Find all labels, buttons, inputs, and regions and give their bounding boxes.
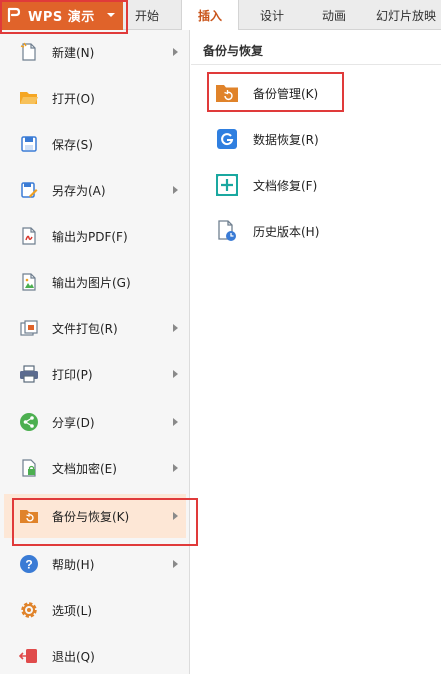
submenu-item-history-version[interactable]: 历史版本(H) — [215, 214, 415, 248]
menu-item-help[interactable]: ? 帮助(H) — [4, 542, 186, 586]
menu-item-label: 分享(D) — [52, 415, 95, 430]
menu-item-label: 文件打包(R) — [52, 321, 118, 336]
package-icon — [19, 318, 39, 338]
tab-label: 动画 — [321, 8, 346, 23]
tab-slideshow[interactable]: 幻灯片放映 — [370, 0, 441, 30]
save-as-icon — [19, 180, 39, 200]
tab-animation[interactable]: 动画 — [308, 0, 360, 30]
file-menu: 新建(N) 打开(O) 保存(S) 另存为(A) 输出为PDF(F) 输出为图片… — [0, 30, 190, 674]
menu-item-label: 输出为图片(G) — [52, 275, 131, 290]
svg-text:?: ? — [25, 558, 32, 572]
tab-insert[interactable]: 插入 — [181, 0, 239, 31]
menu-item-options[interactable]: 选项(L) — [4, 588, 186, 632]
ribbon-tab-bar: WPS 演示 开始 插入 设计 动画 幻灯片放映 — [0, 0, 441, 31]
chevron-right-icon — [173, 512, 178, 520]
menu-item-label: 保存(S) — [52, 137, 93, 152]
menu-item-label: 打开(O) — [52, 91, 95, 106]
menu-item-export-image[interactable]: 输出为图片(G) — [4, 260, 186, 304]
chevron-right-icon — [173, 560, 178, 568]
share-icon — [19, 412, 39, 432]
menu-item-backup-restore[interactable]: 备份与恢复(K) — [4, 494, 186, 538]
chevron-right-icon — [173, 418, 178, 426]
backup-restore-submenu: 备份与恢复 备份管理(K) 数据恢复(R) 文档修复(F) 历史版本(H) — [191, 30, 441, 674]
submenu-item-document-repair[interactable]: 文档修复(F) — [215, 168, 415, 202]
export-image-icon — [19, 272, 39, 292]
submenu-divider — [191, 64, 441, 65]
menu-item-new[interactable]: 新建(N) — [4, 30, 186, 74]
menu-item-print[interactable]: 打印(P) — [4, 352, 186, 396]
exit-icon — [19, 646, 39, 666]
new-file-icon — [19, 42, 39, 62]
menu-item-label: 退出(Q) — [52, 649, 95, 664]
wps-presentation-logo-icon — [6, 6, 22, 24]
menu-item-exit[interactable]: 退出(Q) — [4, 634, 186, 678]
document-repair-icon — [215, 173, 239, 197]
app-menu-button[interactable]: WPS 演示 — [0, 0, 123, 30]
submenu-item-label: 历史版本(H) — [253, 224, 320, 239]
encrypt-icon — [19, 458, 39, 478]
menu-item-save[interactable]: 保存(S) — [4, 122, 186, 166]
print-icon — [19, 364, 39, 384]
menu-item-label: 备份与恢复(K) — [52, 509, 130, 524]
menu-item-label: 另存为(A) — [52, 183, 106, 198]
submenu-item-label: 数据恢复(R) — [253, 132, 319, 147]
menu-item-label: 选项(L) — [52, 603, 93, 618]
history-version-icon — [215, 219, 239, 243]
chevron-right-icon — [173, 324, 178, 332]
tab-label: 插入 — [197, 9, 222, 23]
tab-label: 开始 — [134, 8, 159, 23]
chevron-right-icon — [173, 464, 178, 472]
options-gear-icon — [19, 600, 39, 620]
menu-item-export-pdf[interactable]: 输出为PDF(F) — [4, 214, 186, 258]
menu-item-label: 帮助(H) — [52, 557, 95, 572]
app-menu-title: WPS 演示 — [28, 9, 95, 25]
chevron-down-icon — [106, 13, 115, 17]
submenu-item-backup-management[interactable]: 备份管理(K) — [215, 76, 415, 110]
menu-item-share[interactable]: 分享(D) — [4, 400, 186, 444]
chevron-right-icon — [173, 48, 178, 56]
data-recovery-icon — [215, 127, 239, 151]
menu-item-label: 输出为PDF(F) — [52, 229, 128, 244]
tab-label: 设计 — [259, 8, 284, 23]
open-folder-icon — [19, 88, 39, 108]
menu-item-package[interactable]: 文件打包(R) — [4, 306, 186, 350]
save-icon — [19, 134, 39, 154]
submenu-item-data-recovery[interactable]: 数据恢复(R) — [215, 122, 415, 156]
tab-home[interactable]: 开始 — [123, 0, 171, 30]
menu-item-encrypt[interactable]: 文档加密(E) — [4, 446, 186, 490]
menu-item-label: 文档加密(E) — [52, 461, 117, 476]
tab-label: 幻灯片放映 — [376, 8, 437, 23]
backup-management-icon — [215, 81, 239, 105]
chevron-right-icon — [173, 370, 178, 378]
menu-item-open[interactable]: 打开(O) — [4, 76, 186, 120]
menu-item-save-as[interactable]: 另存为(A) — [4, 168, 186, 212]
menu-item-label: 新建(N) — [52, 45, 95, 60]
help-icon: ? — [19, 554, 39, 574]
backup-restore-icon — [19, 506, 39, 526]
submenu-item-label: 备份管理(K) — [253, 86, 319, 101]
export-pdf-icon — [19, 226, 39, 246]
tab-design[interactable]: 设计 — [246, 0, 298, 30]
chevron-right-icon — [173, 186, 178, 194]
menu-item-label: 打印(P) — [52, 367, 93, 382]
submenu-title: 备份与恢复 — [203, 44, 264, 58]
submenu-item-label: 文档修复(F) — [253, 178, 318, 193]
